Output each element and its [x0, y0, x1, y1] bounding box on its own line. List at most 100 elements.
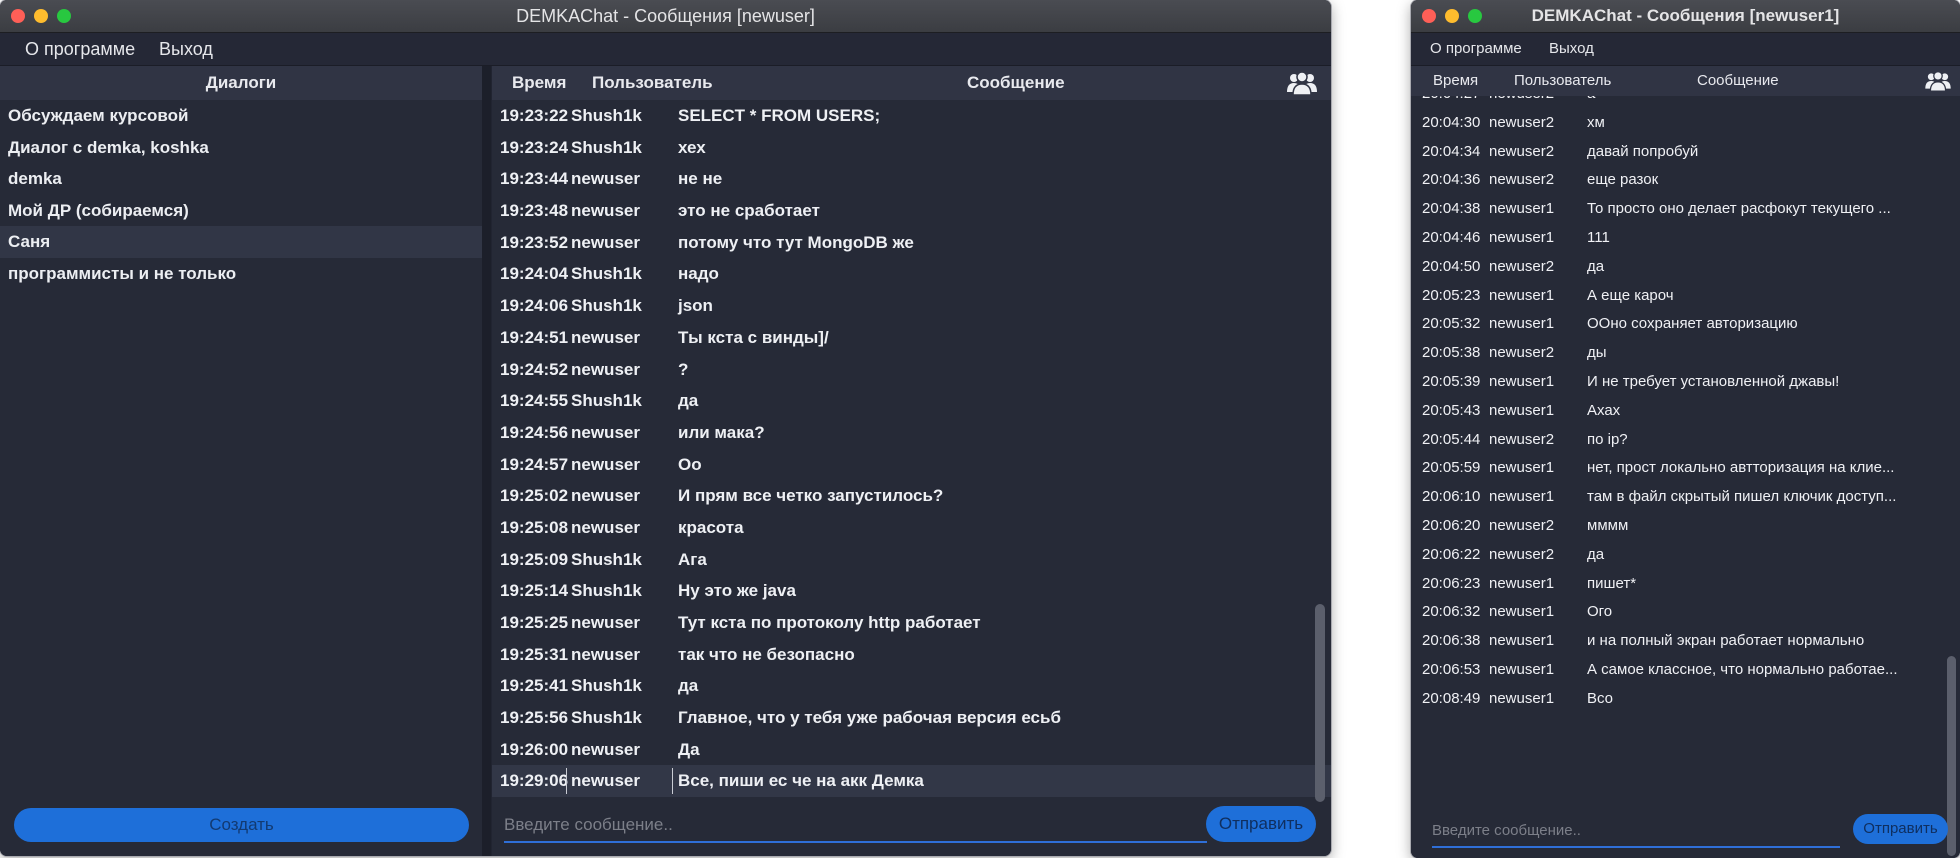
messages-scrollbar[interactable] — [1315, 604, 1325, 802]
message-row[interactable]: 19:23:52 newuser потому что тут MongoDB же — [492, 227, 1331, 259]
message-row[interactable]: 20:06:32 newuser1 Ого — [1411, 598, 1960, 627]
message-user: Shush1k — [571, 264, 642, 284]
message-row[interactable]: 19:26:00 newuser Да — [492, 734, 1331, 766]
message-row[interactable]: 20:05:44 newuser2 по ip? — [1411, 426, 1960, 455]
dialog-item[interactable]: программисты и не только — [0, 258, 482, 290]
message-text: и на полный экран работает нормально — [1587, 632, 1865, 650]
message-row[interactable]: 19:24:56 newuser или мака? — [492, 417, 1331, 449]
window-title: DEMKAChat - Сообщения [newuser1] — [1531, 6, 1840, 25]
message-row[interactable]: 20:04:34 newuser2 давай попробуй — [1411, 138, 1960, 167]
column-message[interactable]: Сообщение — [967, 66, 1065, 100]
message-row[interactable]: 20:05:59 newuser1 нет, прост локально автт… — [1411, 454, 1960, 483]
message-user: newuser — [571, 739, 640, 759]
message-row[interactable]: 19:24:51 newuser Ты кста с винды]/ — [492, 322, 1331, 354]
create-dialog-button[interactable]: Создать — [14, 808, 469, 842]
column-time[interactable]: Время — [1433, 66, 1478, 96]
message-row[interactable]: 20:04:36 newuser2 еще разок — [1411, 166, 1960, 195]
message-row[interactable]: 20:04:50 newuser2 да — [1411, 253, 1960, 282]
column-user[interactable]: Пользователь — [1514, 66, 1611, 96]
close-window-button[interactable] — [1422, 9, 1436, 23]
message-text: давай попробуй — [1587, 142, 1699, 160]
message-text: потому что тут MongoDB же — [678, 232, 914, 252]
message-row[interactable]: 19:23:44 newuser не не — [492, 163, 1331, 195]
messages-scrollbar[interactable] — [1947, 656, 1956, 856]
panel-splitter[interactable] — [482, 66, 491, 856]
message-row[interactable]: 19:25:41 Shush1k да — [492, 670, 1331, 702]
zoom-window-button[interactable] — [57, 9, 71, 23]
message-user: newuser1 — [1489, 401, 1555, 419]
message-row[interactable]: 20:05:23 newuser1 А еще кароч — [1411, 282, 1960, 311]
message-row[interactable]: 19:24:55 Shush1k да — [492, 385, 1331, 417]
close-window-button[interactable] — [11, 9, 25, 23]
message-user: Shush1k — [571, 296, 642, 316]
message-user: newuser1 — [1489, 574, 1555, 592]
message-time: 20:04:34 — [1422, 142, 1481, 160]
dialog-item[interactable]: Саня — [0, 226, 482, 258]
message-row[interactable]: 20:04:30 newuser2 хм — [1411, 109, 1960, 138]
message-time: 19:25:02 — [500, 486, 569, 506]
message-row[interactable]: 20:06:38 newuser1 и на полный экран работа… — [1411, 627, 1960, 656]
message-user: newuser1 — [1489, 372, 1555, 390]
message-row[interactable]: 20:05:38 newuser2 ды — [1411, 339, 1960, 368]
message-row[interactable]: 19:25:14 Shush1k Ну это же java — [492, 575, 1331, 607]
menu-about[interactable]: О программе — [1430, 33, 1522, 65]
participants-icon[interactable] — [1925, 70, 1951, 92]
message-row[interactable]: 19:24:04 Shush1k надо — [492, 258, 1331, 290]
message-user: newuser2 — [1489, 142, 1555, 160]
window-titlebar[interactable]: DEMKAChat - Сообщения [newuser1] — [1411, 0, 1960, 33]
message-row[interactable]: 19:23:48 newuser это не сработает — [492, 195, 1331, 227]
message-row[interactable]: 19:24:57 newuser Оо — [492, 449, 1331, 481]
message-user: newuser2 — [1489, 344, 1555, 362]
menu-about[interactable]: О программе — [25, 33, 135, 65]
window-titlebar[interactable]: DEMKAChat - Сообщения [newuser] — [0, 0, 1331, 33]
message-row[interactable]: 20:06:22 newuser2 да — [1411, 541, 1960, 570]
message-input[interactable]: Введите сообщение.. — [504, 809, 1207, 843]
message-row[interactable]: 19:23:24 Shush1k хех — [492, 132, 1331, 164]
message-row[interactable]: 19:25:31 newuser так что не безопасно — [492, 639, 1331, 671]
message-row[interactable]: 19:25:02 newuser И прям все четко запустил… — [492, 480, 1331, 512]
message-row[interactable]: 19:25:08 newuser красота — [492, 512, 1331, 544]
message-time: 19:25:41 — [500, 676, 569, 696]
message-user: newuser — [571, 454, 640, 474]
message-row[interactable]: 20:04:46 newuser1 111 — [1411, 224, 1960, 253]
message-row[interactable]: 19:25:25 newuser Тут кста по протоколу htt… — [492, 607, 1331, 639]
send-button[interactable]: Отправить — [1853, 814, 1948, 844]
column-time[interactable]: Время — [512, 66, 566, 100]
message-row[interactable]: 19:25:56 Shush1k Главное, что у тебя уже р… — [492, 702, 1331, 734]
message-row[interactable]: 20:08:49 newuser1 Всо — [1411, 685, 1960, 710]
messages-list: 19:23:22 Shush1k SELECT * FROM USERS; 19:23… — [492, 100, 1331, 798]
send-button[interactable]: Отправить — [1206, 806, 1316, 842]
message-time: 20:05:32 — [1422, 315, 1481, 333]
message-row[interactable]: 20:05:39 newuser1 И не требует установленн… — [1411, 368, 1960, 397]
message-row[interactable]: 19:29:06 newuser Все, пиши ес че на акк Де… — [492, 765, 1331, 798]
minimize-window-button[interactable] — [34, 9, 48, 23]
message-row[interactable]: 19:23:22 Shush1k SELECT * FROM USERS; — [492, 100, 1331, 132]
message-row[interactable]: 20:05:43 newuser1 Ахах — [1411, 397, 1960, 426]
message-text: Ого — [1587, 603, 1613, 621]
message-user: Shush1k — [571, 549, 642, 569]
zoom-window-button[interactable] — [1468, 9, 1482, 23]
dialog-item[interactable]: Мой ДР (собираемся) — [0, 195, 482, 227]
dialog-item[interactable]: demka — [0, 163, 482, 195]
message-row[interactable]: 19:24:52 newuser? — [492, 354, 1331, 386]
message-row[interactable]: 19:24:06 Shush1k json — [492, 290, 1331, 322]
dialog-item[interactable]: Диалог с demka, koshka — [0, 132, 482, 164]
message-row[interactable]: 20:06:20 newuser2 мммм — [1411, 512, 1960, 541]
column-message[interactable]: Сообщение — [1697, 66, 1779, 96]
message-row[interactable]: 19:25:09 Shush1k Ага — [492, 544, 1331, 576]
column-user[interactable]: Пользователь — [592, 66, 713, 100]
message-row[interactable]: 20:06:10 newuser1 там в файл скрытый пишел… — [1411, 483, 1960, 512]
message-row[interactable]: 20:05:32 newuser1 ООно сохраняет авторизац… — [1411, 310, 1960, 339]
dialog-item[interactable]: Обсуждаем курсовой — [0, 100, 482, 132]
menu-exit[interactable]: Выход — [159, 33, 213, 65]
message-row[interactable]: 20:04:27 newuser2 а — [1411, 96, 1960, 109]
message-row[interactable]: 20:04:38 newuser1 То просто оно делает рас… — [1411, 195, 1960, 224]
participants-icon[interactable] — [1287, 70, 1317, 96]
message-text: да — [678, 676, 699, 696]
message-row[interactable]: 20:06:23 newuser1 пишет* — [1411, 570, 1960, 599]
minimize-window-button[interactable] — [1445, 9, 1459, 23]
cell-separator — [672, 768, 673, 795]
message-input[interactable]: Введите сообщение.. — [1432, 816, 1840, 848]
menu-exit[interactable]: Выход — [1549, 33, 1594, 65]
message-row[interactable]: 20:06:53 newuser1 А самое классное, что но… — [1411, 656, 1960, 685]
